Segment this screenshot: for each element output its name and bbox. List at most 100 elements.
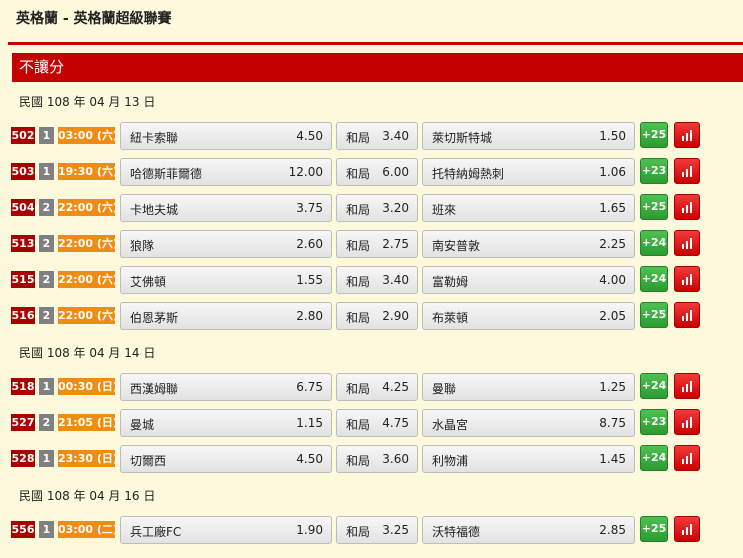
home-odds-button[interactable]: 西漢姆聯 6.75 <box>120 373 332 401</box>
bar-chart-icon <box>682 453 692 464</box>
draw-odds-button[interactable]: 和局 3.60 <box>336 445 418 473</box>
more-bets-button[interactable]: +25 <box>640 194 668 220</box>
stats-button[interactable] <box>674 266 700 292</box>
away-odds-value: 8.75 <box>599 416 626 430</box>
more-bets-button[interactable]: +25 <box>640 302 668 328</box>
level-badge: 2 <box>39 307 54 324</box>
away-team-name: 沃特福德 <box>432 525 481 539</box>
draw-odds-button[interactable]: 和局 4.25 <box>336 373 418 401</box>
away-odds-button[interactable]: 南安普敦 2.25 <box>422 230 635 258</box>
away-odds-value: 1.25 <box>599 380 626 394</box>
level-badge: 1 <box>39 127 54 144</box>
home-odds-value: 2.80 <box>296 309 323 323</box>
date-header: 民國 108 年 04 月 14 日 <box>19 346 156 360</box>
match-number-badge: 527 <box>11 414 35 431</box>
home-odds-value: 4.50 <box>296 452 323 466</box>
level-badge: 1 <box>39 521 54 538</box>
away-odds-button[interactable]: 沃特福德 2.85 <box>422 516 635 544</box>
draw-label: 和局 <box>346 275 371 289</box>
draw-odds-button[interactable]: 和局 3.25 <box>336 516 418 544</box>
match-time-badge: 19:30 (六) <box>58 163 118 180</box>
match-number-badge: 528 <box>11 450 35 467</box>
more-bets-button[interactable]: +25 <box>640 516 668 542</box>
away-odds-button[interactable]: 布萊頓 2.05 <box>422 302 635 330</box>
away-odds-button[interactable]: 水晶宮 8.75 <box>422 409 635 437</box>
home-team-name: 伯恩茅斯 <box>130 311 179 325</box>
stats-button[interactable] <box>674 516 700 542</box>
home-odds-button[interactable]: 伯恩茅斯 2.80 <box>120 302 332 330</box>
draw-label: 和局 <box>346 131 371 145</box>
draw-odds-button[interactable]: 和局 2.90 <box>336 302 418 330</box>
away-odds-value: 1.45 <box>599 452 626 466</box>
match-row: 528 1 23:30 (日) 切爾西 4.50 和局 3.60 利物浦 1.4… <box>0 443 743 475</box>
stats-button[interactable] <box>674 158 700 184</box>
away-odds-button[interactable]: 托特納姆熱刺 1.06 <box>422 158 635 186</box>
match-time-badge: 22:00 (六) <box>58 235 118 252</box>
away-odds-value: 1.65 <box>599 201 626 215</box>
away-odds-button[interactable]: 曼聯 1.25 <box>422 373 635 401</box>
stats-button[interactable] <box>674 122 700 148</box>
match-number-badge: 515 <box>11 271 35 288</box>
home-team-name: 西漢姆聯 <box>130 382 179 396</box>
draw-odds-button[interactable]: 和局 3.20 <box>336 194 418 222</box>
away-odds-button[interactable]: 班來 1.65 <box>422 194 635 222</box>
level-badge: 2 <box>39 235 54 252</box>
match-row: 556 1 03:00 (二) 兵工廠FC 1.90 和局 3.25 沃特福德 … <box>0 514 743 546</box>
home-team-name: 狼隊 <box>130 239 155 253</box>
home-odds-value: 4.50 <box>296 129 323 143</box>
away-odds-value: 1.06 <box>599 165 626 179</box>
home-odds-button[interactable]: 狼隊 2.60 <box>120 230 332 258</box>
stats-button[interactable] <box>674 302 700 328</box>
more-bets-button[interactable]: +24 <box>640 445 668 471</box>
match-number-badge: 504 <box>11 199 35 216</box>
match-row: 503 1 19:30 (六) 哈德斯菲爾德 12.00 和局 6.00 托特納… <box>0 156 743 188</box>
away-odds-button[interactable]: 富勒姆 4.00 <box>422 266 635 294</box>
draw-odds-value: 3.60 <box>382 452 409 466</box>
bar-chart-icon <box>682 238 692 249</box>
stats-button[interactable] <box>674 230 700 256</box>
match-row: 504 2 22:00 (六) 卡地夫城 3.75 和局 3.20 班來 1.6… <box>0 192 743 224</box>
home-team-name: 哈德斯菲爾德 <box>130 167 203 181</box>
home-team-name: 艾佛頓 <box>130 275 167 289</box>
stats-button[interactable] <box>674 194 700 220</box>
stats-button[interactable] <box>674 445 700 471</box>
bar-chart-icon <box>682 202 692 213</box>
home-odds-button[interactable]: 艾佛頓 1.55 <box>120 266 332 294</box>
away-odds-button[interactable]: 利物浦 1.45 <box>422 445 635 473</box>
match-time-badge: 00:30 (日) <box>58 378 118 395</box>
draw-odds-button[interactable]: 和局 2.75 <box>336 230 418 258</box>
away-odds-value: 2.85 <box>599 523 626 537</box>
away-odds-value: 4.00 <box>599 273 626 287</box>
home-team-name: 紐卡索聯 <box>130 131 179 145</box>
home-odds-button[interactable]: 切爾西 4.50 <box>120 445 332 473</box>
home-odds-button[interactable]: 兵工廠FC 1.90 <box>120 516 332 544</box>
home-odds-button[interactable]: 哈德斯菲爾德 12.00 <box>120 158 332 186</box>
draw-label: 和局 <box>346 167 371 181</box>
away-odds-value: 2.05 <box>599 309 626 323</box>
more-bets-button[interactable]: +24 <box>640 266 668 292</box>
stats-button[interactable] <box>674 373 700 399</box>
home-team-name: 兵工廠FC <box>130 525 182 539</box>
away-team-name: 南安普敦 <box>432 239 481 253</box>
level-badge: 2 <box>39 414 54 431</box>
more-bets-button[interactable]: +23 <box>640 409 668 435</box>
more-bets-button[interactable]: +25 <box>640 122 668 148</box>
more-bets-button[interactable]: +23 <box>640 158 668 184</box>
draw-odds-button[interactable]: 和局 3.40 <box>336 266 418 294</box>
draw-label: 和局 <box>346 525 371 539</box>
home-odds-button[interactable]: 卡地夫城 3.75 <box>120 194 332 222</box>
draw-odds-button[interactable]: 和局 4.75 <box>336 409 418 437</box>
away-odds-button[interactable]: 萊切斯特城 1.50 <box>422 122 635 150</box>
home-odds-value: 2.60 <box>296 237 323 251</box>
home-odds-button[interactable]: 紐卡索聯 4.50 <box>120 122 332 150</box>
stats-button[interactable] <box>674 409 700 435</box>
home-odds-value: 6.75 <box>296 380 323 394</box>
match-time-badge: 03:00 (二) <box>58 521 118 538</box>
match-time-badge: 23:30 (日) <box>58 450 118 467</box>
home-odds-button[interactable]: 曼城 1.15 <box>120 409 332 437</box>
draw-odds-button[interactable]: 和局 3.40 <box>336 122 418 150</box>
more-bets-button[interactable]: +24 <box>640 373 668 399</box>
match-row: 516 2 22:00 (六) 伯恩茅斯 2.80 和局 2.90 布萊頓 2.… <box>0 300 743 332</box>
more-bets-button[interactable]: +24 <box>640 230 668 256</box>
draw-odds-button[interactable]: 和局 6.00 <box>336 158 418 186</box>
